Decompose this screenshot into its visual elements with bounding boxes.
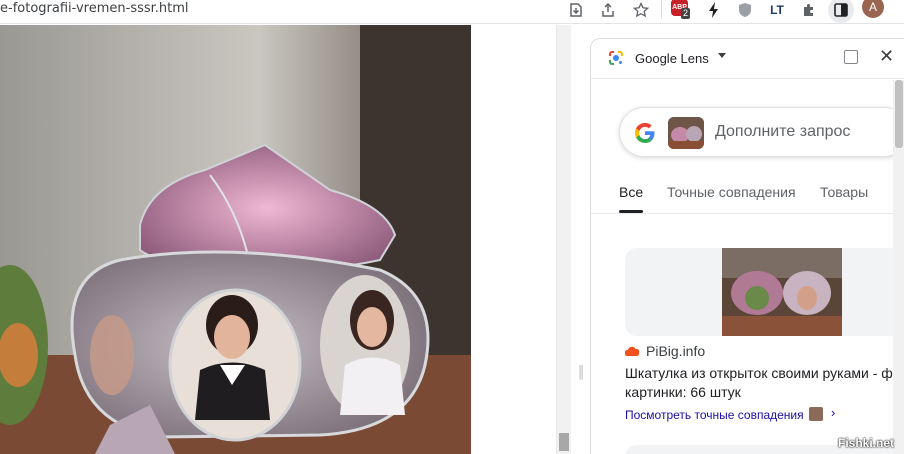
active-tab-indicator [619,210,643,213]
side-panel-title: Google Lens [635,51,709,66]
close-panel-icon[interactable]: ✕ [879,46,894,67]
google-lens-logo-icon [608,50,624,66]
page-scrollbar-thumb[interactable] [559,433,569,451]
toolbar-separator [661,0,662,18]
open-in-new-tab-icon[interactable] [844,50,858,64]
result-image [722,248,842,336]
shield-extension-icon[interactable] [735,0,755,20]
adblock-count-badge: 2 [681,8,691,19]
tab-products[interactable]: Товары [820,184,868,200]
tab-exact-matches[interactable]: Точные совпадения [667,184,796,200]
result-image-card[interactable] [625,248,904,336]
see-exact-matches-link[interactable]: Посмотреть точные совпадения [625,408,804,422]
query-image-thumbnail[interactable] [668,117,704,149]
result-title-line-2: картинки: 66 штук [625,384,741,400]
side-panel-toggle-button[interactable] [828,0,854,23]
result-title[interactable]: Шкатулка из открыток своими руками - ф к… [625,364,904,402]
page-content [0,25,556,454]
tab-all[interactable]: Все [619,184,643,200]
panel-dropdown-caret-icon[interactable] [718,53,726,58]
profile-avatar[interactable]: A [862,0,884,18]
search-input-placeholder[interactable]: Дополните запрос [715,123,850,141]
side-panel-header: Google Lens ✕ [591,39,904,79]
panel-resize-handle[interactable]: ║ [577,365,586,381]
panel-scrollbar[interactable] [893,80,904,454]
bookmark-star-icon[interactable] [631,0,651,20]
google-g-logo-icon [634,122,656,144]
extensions-puzzle-icon[interactable] [799,0,819,20]
result-source-name[interactable]: PiBig.info [646,343,705,359]
pibig-source-icon [624,345,640,357]
chevron-right-icon[interactable]: › [831,405,835,420]
result-title-line-1: Шкатулка из открыток своими руками - ф [625,365,893,381]
panel-scrollbar-thumb[interactable] [895,80,903,148]
page-scrollbar[interactable] [556,25,571,454]
lens-search-box[interactable]: Дополните запрос [619,107,904,157]
watermark: Fishki.net [838,436,895,450]
soviet-photo-image [0,25,471,454]
lightning-extension-icon[interactable] [704,0,724,20]
lens-results-tabs: Все Точные совпадения Товары [591,179,904,214]
download-icon[interactable] [566,0,586,20]
adblock-extension-button[interactable]: ABP 2 [671,0,691,19]
browser-toolbar: e-fotografii-vremen-sssr.html ABP 2 LT A [0,0,904,24]
languagetool-extension-icon[interactable]: LT [767,0,787,20]
google-lens-side-panel: Google Lens ✕ Дополните запрос Все Точны [590,38,904,454]
share-icon[interactable] [598,0,618,20]
exact-match-thumbnail [809,407,823,421]
address-bar-url[interactable]: e-fotografii-vremen-sssr.html [0,0,189,20]
